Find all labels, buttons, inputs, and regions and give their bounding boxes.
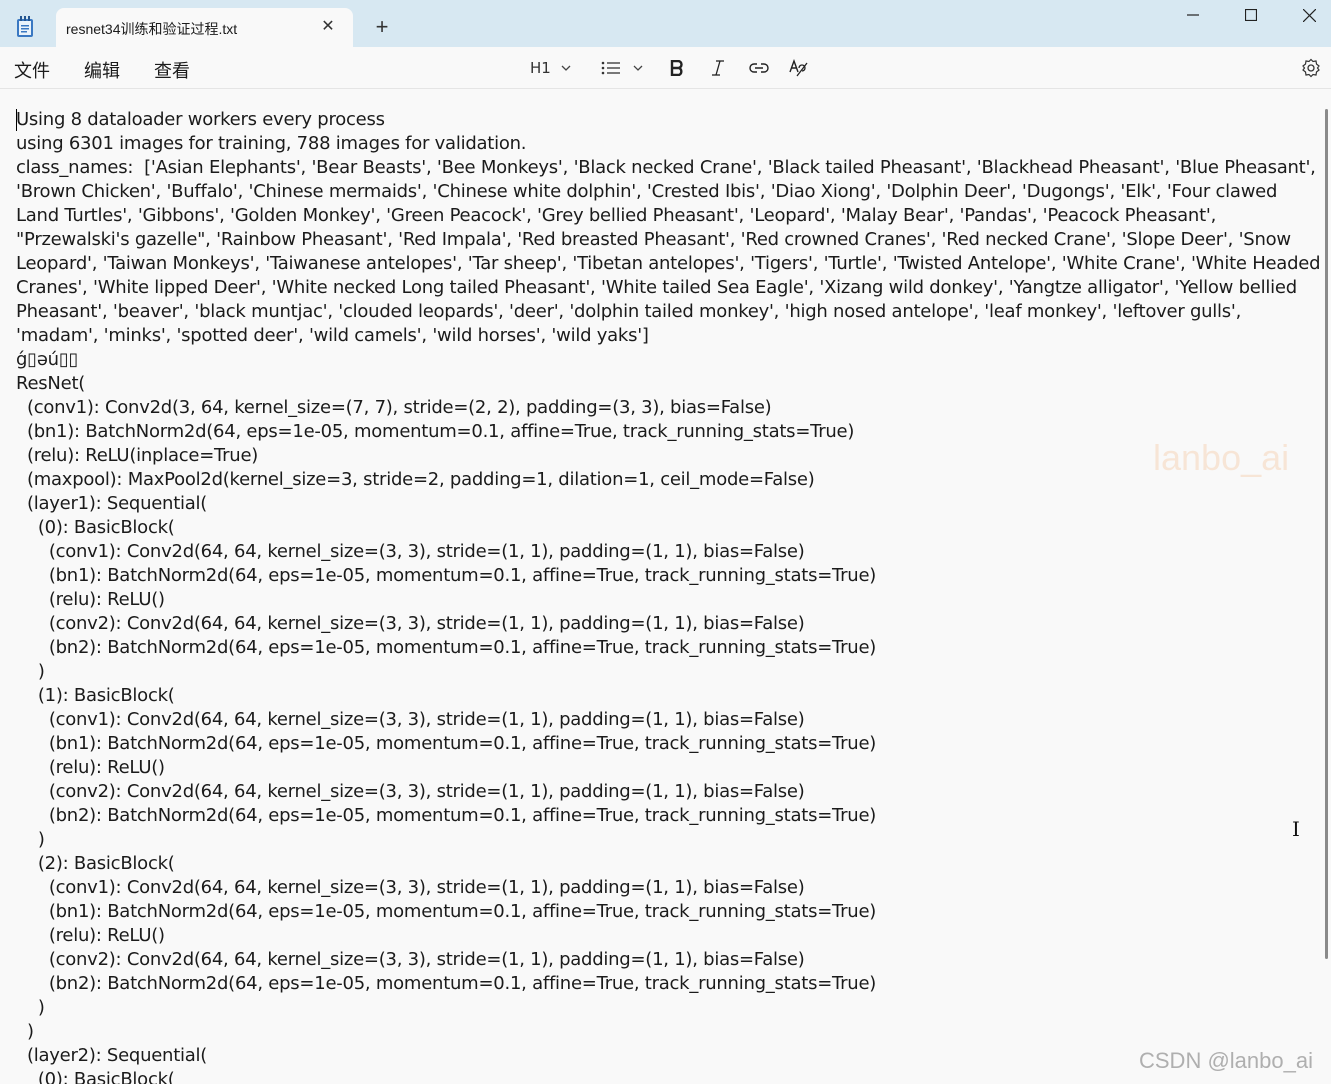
- csdn-watermark: CSDN @lanbo_ai: [1139, 1048, 1313, 1073]
- close-icon: [1302, 8, 1316, 22]
- text-line[interactable]: ǵ▯əú▯▯: [16, 348, 1321, 372]
- text-line[interactable]: (conv1): Conv2d(64, 64, kernel_size=(3, …: [16, 708, 1321, 732]
- menu-edit[interactable]: 编辑: [84, 57, 120, 83]
- menu-file[interactable]: 文件: [14, 57, 50, 83]
- text-line[interactable]: (bn2): BatchNorm2d(64, eps=1e-05, moment…: [16, 636, 1321, 660]
- text-line[interactable]: (bn1): BatchNorm2d(64, eps=1e-05, moment…: [16, 900, 1321, 924]
- new-tab-button[interactable]: +: [370, 16, 394, 40]
- text-caret: [16, 109, 17, 131]
- text-line[interactable]: (layer1): Sequential(: [16, 492, 1321, 516]
- text-line[interactable]: (bn2): BatchNorm2d(64, eps=1e-05, moment…: [16, 804, 1321, 828]
- document-tab[interactable]: resnet34训练和验证过程.txt ✕: [56, 8, 353, 47]
- chevron-down-icon: [561, 65, 571, 71]
- text-line[interactable]: (conv2): Conv2d(64, 64, kernel_size=(3, …: [16, 780, 1321, 804]
- text-line[interactable]: (2): BasicBlock(: [16, 852, 1321, 876]
- list-icon: [601, 61, 620, 75]
- text-line[interactable]: ): [16, 660, 1321, 684]
- bold-icon: [670, 60, 683, 76]
- tab-title: resnet34训练和验证过程.txt: [66, 21, 238, 37]
- text-line[interactable]: (bn2): BatchNorm2d(64, eps=1e-05, moment…: [16, 972, 1321, 996]
- menu-bar: 文件 编辑 查看 H1: [0, 47, 1331, 89]
- text-line[interactable]: (1): BasicBlock(: [16, 684, 1321, 708]
- watermark: lanbo_ai: [1153, 437, 1290, 478]
- text-line[interactable]: (conv1): Conv2d(64, 64, kernel_size=(3, …: [16, 540, 1321, 564]
- settings-icon: [1302, 58, 1320, 78]
- maximize-icon: [1245, 9, 1257, 21]
- text-line[interactable]: (0): BasicBlock(: [16, 1068, 1321, 1084]
- link-icon: [749, 63, 769, 73]
- vertical-scrollbar[interactable]: [1325, 109, 1328, 959]
- italic-icon: [712, 60, 724, 76]
- text-line[interactable]: (relu): ReLU(): [16, 588, 1321, 612]
- tab-close-icon[interactable]: ✕: [318, 17, 338, 37]
- text-line[interactable]: ResNet(: [16, 372, 1321, 396]
- menu-view[interactable]: 查看: [154, 57, 190, 83]
- text-line[interactable]: (relu): ReLU(): [16, 924, 1321, 948]
- text-line[interactable]: (bn1): BatchNorm2d(64, eps=1e-05, moment…: [16, 420, 1321, 444]
- text-line[interactable]: ): [16, 1020, 1321, 1044]
- heading-dropdown[interactable]: H1: [530, 57, 571, 79]
- text-line[interactable]: (relu): ReLU(inplace=True): [16, 444, 1321, 468]
- text-line[interactable]: ): [16, 828, 1321, 852]
- text-line[interactable]: (conv2): Conv2d(64, 64, kernel_size=(3, …: [16, 612, 1321, 636]
- heading-label: H1: [530, 59, 551, 77]
- text-line[interactable]: (0): BasicBlock(: [16, 516, 1321, 540]
- text-line[interactable]: (conv2): Conv2d(64, 64, kernel_size=(3, …: [16, 948, 1321, 972]
- text-line[interactable]: (bn1): BatchNorm2d(64, eps=1e-05, moment…: [16, 732, 1321, 756]
- title-bar: resnet34训练和验证过程.txt ✕ +: [0, 0, 1331, 47]
- notepad-icon: [16, 16, 34, 38]
- text-line[interactable]: (bn1): BatchNorm2d(64, eps=1e-05, moment…: [16, 564, 1321, 588]
- text-line[interactable]: using 6301 images for training, 788 imag…: [16, 132, 1321, 156]
- text-editor[interactable]: Using 8 dataloader workers every process…: [0, 89, 1331, 1084]
- bold-button[interactable]: [670, 57, 684, 79]
- link-button[interactable]: [749, 57, 769, 79]
- text-line[interactable]: Using 8 dataloader workers every process: [16, 108, 1321, 132]
- text-line[interactable]: (relu): ReLU(): [16, 756, 1321, 780]
- clear-formatting-button[interactable]: [789, 57, 809, 79]
- clear-formatting-icon: [789, 59, 808, 77]
- text-line[interactable]: ): [16, 996, 1321, 1020]
- text-line[interactable]: (maxpool): MaxPool2d(kernel_size=3, stri…: [16, 468, 1321, 492]
- close-button[interactable]: [1280, 0, 1331, 30]
- chevron-down-icon: [633, 65, 643, 71]
- ibeam-cursor-icon: I: [1292, 817, 1300, 841]
- italic-button[interactable]: [711, 57, 725, 79]
- text-line[interactable]: class_names: ['Asian Elephants', 'Bear B…: [16, 156, 1321, 348]
- text-line[interactable]: (conv1): Conv2d(64, 64, kernel_size=(3, …: [16, 876, 1321, 900]
- text-line[interactable]: (conv1): Conv2d(3, 64, kernel_size=(7, 7…: [16, 396, 1321, 420]
- document-text[interactable]: Using 8 dataloader workers every process…: [16, 108, 1321, 1084]
- minimize-icon: [1187, 14, 1199, 16]
- minimize-button[interactable]: [1164, 0, 1222, 30]
- list-dropdown[interactable]: [601, 57, 643, 79]
- settings-button[interactable]: [1301, 57, 1321, 79]
- text-line[interactable]: (layer2): Sequential(: [16, 1044, 1321, 1068]
- maximize-button[interactable]: [1222, 0, 1280, 30]
